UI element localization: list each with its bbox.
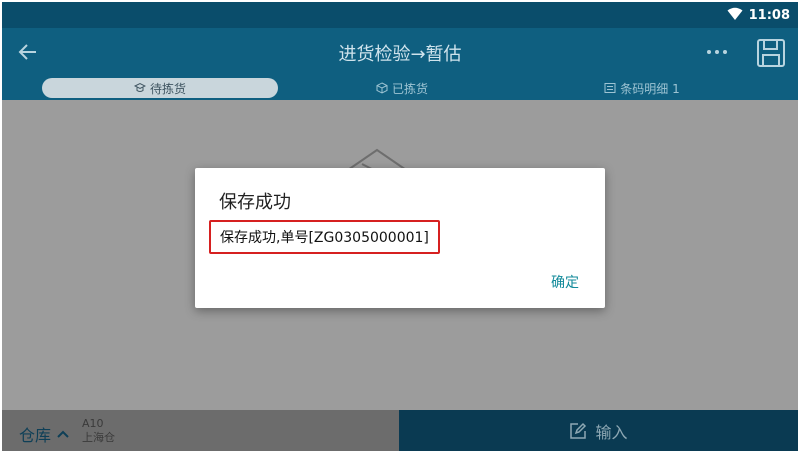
dialog-ok-button[interactable]: 确定 xyxy=(551,272,579,292)
mortarboard-icon xyxy=(133,82,146,92)
tab-label: 已拣货 xyxy=(391,81,428,96)
bottom-bar: 仓库 A10 上海仓 输入 xyxy=(2,410,798,451)
floppy-disk-icon xyxy=(757,39,785,67)
cube-icon xyxy=(376,82,388,94)
tab-barcode-detail[interactable]: 条码明细 1 xyxy=(542,78,742,98)
app-bar: 进货检验→暂估 xyxy=(2,28,798,78)
wifi-icon xyxy=(727,6,743,25)
status-right: 11:08 xyxy=(727,6,790,25)
warehouse-selector[interactable]: 仓库 A10 上海仓 xyxy=(2,410,399,451)
warehouse-info: A10 上海仓 xyxy=(82,417,115,445)
tab-bar: 待拣货 已拣货 条码明细 1 xyxy=(2,78,798,100)
list-icon xyxy=(604,83,616,93)
input-button[interactable]: 输入 xyxy=(399,410,798,451)
app-frame: 11:08 进货检验→暂估 待拣货 已拣货 条码明细 1 仓库 A10 上海仓 … xyxy=(2,2,798,451)
dialog-title: 保存成功 xyxy=(219,192,291,213)
more-button[interactable] xyxy=(707,50,731,58)
warehouse-name: 上海仓 xyxy=(82,431,115,444)
warehouse-label-group: 仓库 xyxy=(19,422,69,446)
status-time: 11:08 xyxy=(748,8,790,23)
input-label: 输入 xyxy=(595,422,628,442)
chevron-up-icon xyxy=(57,430,69,438)
save-button[interactable] xyxy=(756,38,786,68)
page-title: 进货检验→暂估 xyxy=(338,44,462,65)
edit-icon xyxy=(570,422,587,439)
save-success-dialog: 保存成功 保存成功,单号[ZG0305000001] 确定 xyxy=(195,168,605,308)
tab-picked[interactable]: 已拣货 xyxy=(302,78,502,98)
tab-label: 待拣货 xyxy=(149,81,186,96)
warehouse-code: A10 xyxy=(82,417,104,430)
dialog-message: 保存成功,单号[ZG0305000001] xyxy=(209,220,440,254)
more-dot xyxy=(707,50,711,54)
warehouse-label: 仓库 xyxy=(19,426,52,445)
more-dot xyxy=(715,50,719,54)
tab-label: 条码明细 1 xyxy=(620,81,680,96)
tab-pending-pick[interactable]: 待拣货 xyxy=(42,78,278,98)
more-dot xyxy=(723,50,727,54)
status-bar: 11:08 xyxy=(2,2,798,28)
